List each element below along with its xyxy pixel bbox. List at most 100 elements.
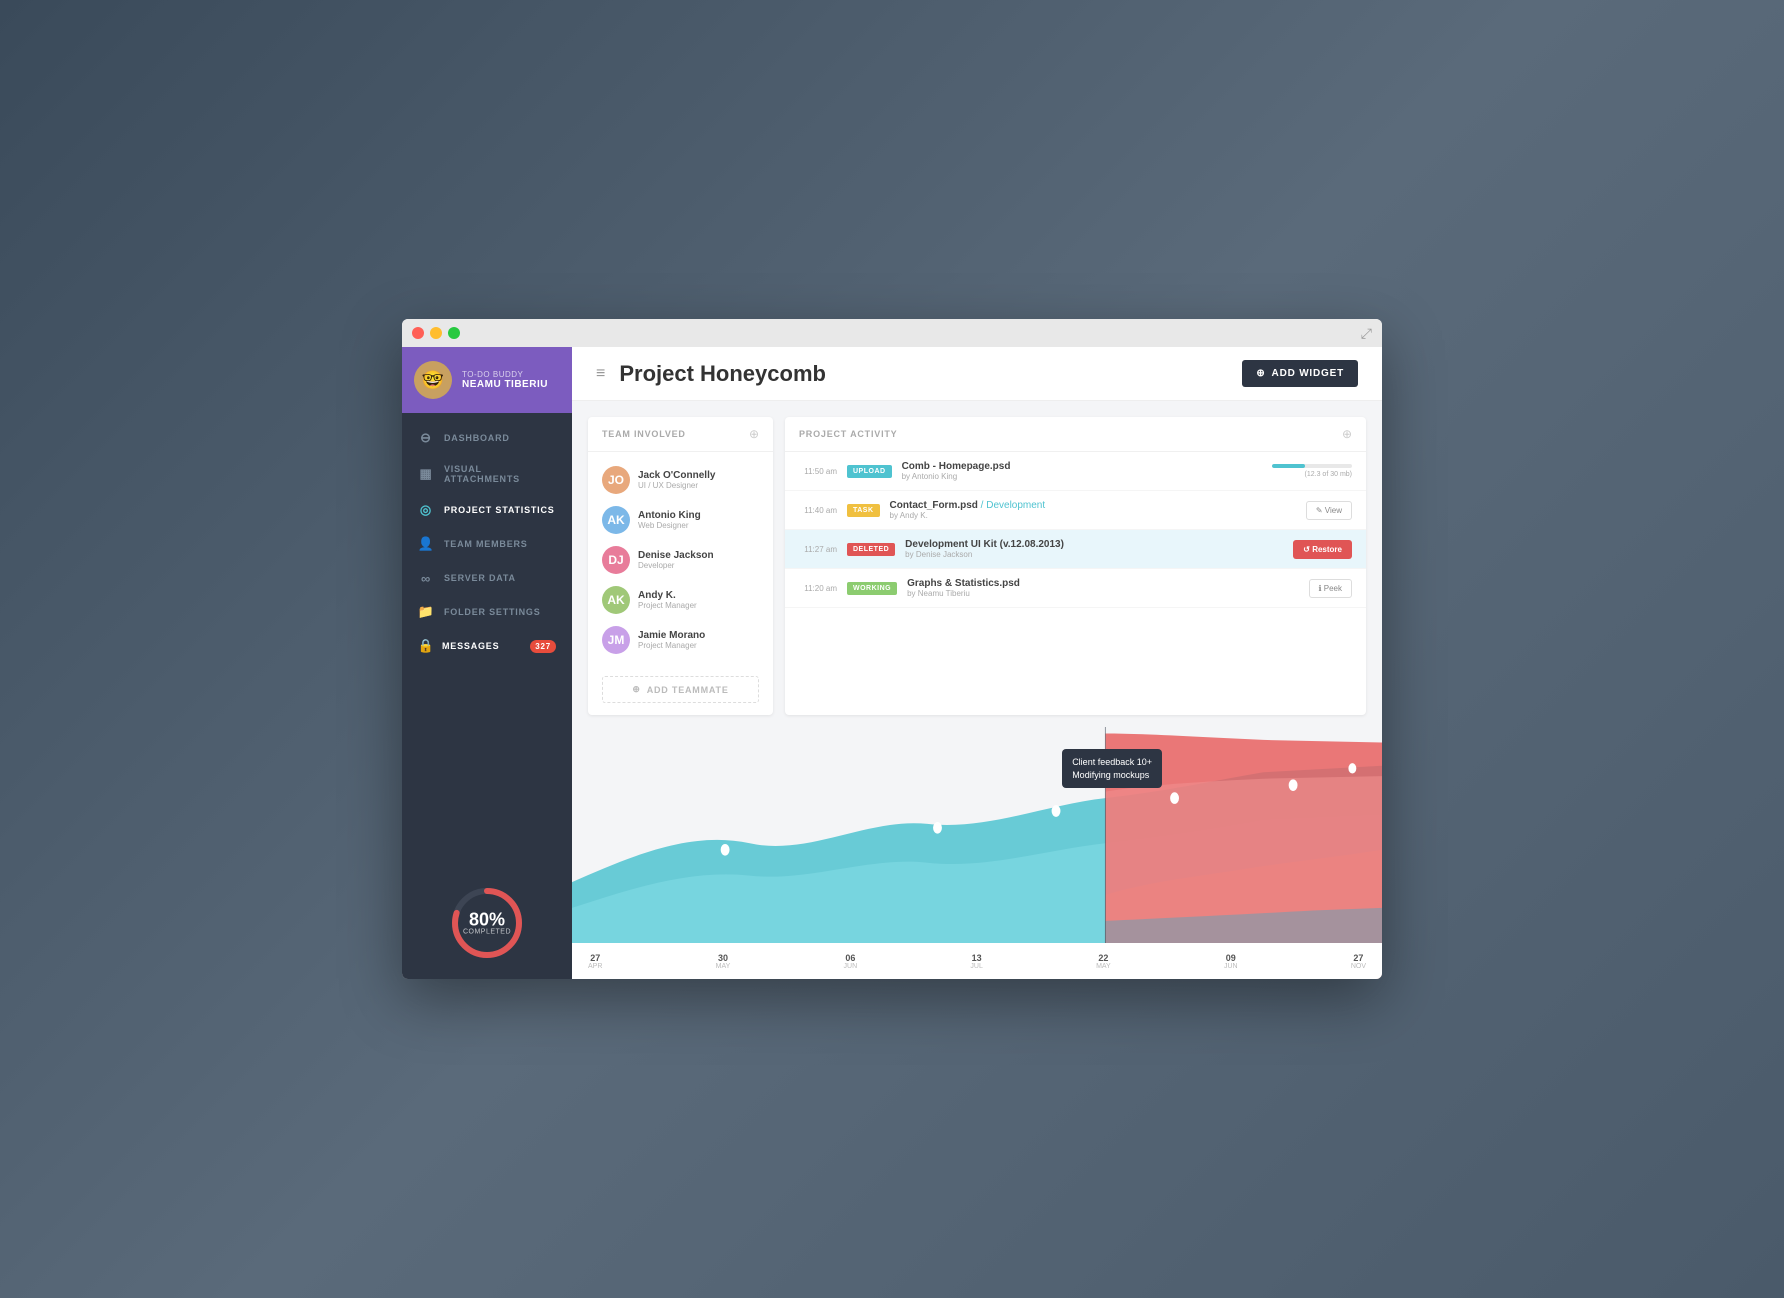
chart-area: Client feedback 10+Modifying mockups 27 … xyxy=(572,727,1382,979)
timeline-labels: 27 APR 30 MAY 06 JUN xyxy=(588,953,1366,970)
sidebar-item-label: SERVER DATA xyxy=(444,573,516,583)
list-item[interactable]: JO Jack O'Connelly UI / UX Designer xyxy=(588,460,773,500)
activity-by: by Neamu Tiberiu xyxy=(907,589,1298,598)
activity-time: 11:27 am xyxy=(799,545,837,554)
activity-by: by Antonio King xyxy=(902,472,1262,481)
team-panel-header: TEAM INVOLVED ⊕ xyxy=(588,417,773,452)
member-name: Jack O'Connelly xyxy=(638,470,715,481)
user-name-label: NEAMU TIBERIU xyxy=(462,379,548,390)
progress-label: COMPLETED xyxy=(463,929,511,936)
member-name: Andy K. xyxy=(638,590,697,601)
resize-icon[interactable]: ⤢ xyxy=(1361,325,1372,342)
member-role: Project Manager xyxy=(638,601,697,610)
activity-item: 11:20 am WORKING Graphs & Statistics.psd… xyxy=(785,569,1366,608)
sidebar-nav: ⊖ DASHBOARD ▦ VISUAL ATTACHMENTS ◎ PROJE… xyxy=(402,413,572,867)
add-widget-button[interactable]: ⊕ ADD WIDGET xyxy=(1242,360,1358,387)
sidebar-item-dashboard[interactable]: ⊖ DASHBOARD xyxy=(402,421,572,455)
timeline-label: 30 MAY xyxy=(716,953,731,970)
list-item[interactable]: AK Antonio King Web Designer xyxy=(588,500,773,540)
activity-panel-title: PROJECT ACTIVITY xyxy=(799,429,897,439)
add-teammate-button[interactable]: ⊕ ADD TEAMMATE xyxy=(602,676,759,703)
member-info: Jamie Morano Project Manager xyxy=(638,630,705,650)
panels-row: TEAM INVOLVED ⊕ JO Jack O'Connelly UI / … xyxy=(572,401,1382,715)
maximize-dot[interactable] xyxy=(448,327,460,339)
view-button[interactable]: ✎ View xyxy=(1306,501,1352,520)
activity-time: 11:40 am xyxy=(799,506,837,515)
timeline-axis: 27 APR 30 MAY 06 JUN xyxy=(572,943,1382,979)
activity-by: by Andy K. xyxy=(890,511,1296,520)
activity-filename: Development UI Kit (v.12.08.2013) xyxy=(905,539,1283,550)
activity-action: ↺ Restore xyxy=(1293,540,1352,559)
sidebar-item-server-data[interactable]: ∞ SERVER DATA xyxy=(402,561,572,595)
sidebar-item-visual-attachments[interactable]: ▦ VISUAL ATTACHMENTS xyxy=(402,455,572,493)
sidebar-item-label: VISUAL ATTACHMENTS xyxy=(444,464,556,484)
activity-badge: WORKING xyxy=(847,582,897,595)
app-body: 🤓 TO-DO BUDDY NEAMU TIBERIU ⊖ DASHBOARD … xyxy=(402,347,1382,979)
folder-settings-icon: 📁 xyxy=(418,604,434,620)
activity-content: Contact_Form.psd / Development by Andy K… xyxy=(890,500,1296,520)
list-item[interactable]: DJ Denise Jackson Developer xyxy=(588,540,773,580)
activity-badge: UPLOAD xyxy=(847,465,892,478)
sidebar-item-team-members[interactable]: 👤 TEAM MEMBERS xyxy=(402,527,572,561)
add-widget-icon: ⊕ xyxy=(1256,368,1265,379)
list-item[interactable]: JM Jamie Morano Project Manager xyxy=(588,620,773,660)
timeline-label: 06 JUN xyxy=(844,953,858,970)
progress-text: 80% COMPLETED xyxy=(463,911,511,936)
progress-ring: 80% COMPLETED xyxy=(447,883,527,963)
member-role: Web Designer xyxy=(638,521,701,530)
activity-item: 11:40 am TASK Contact_Form.psd / Develop… xyxy=(785,491,1366,530)
titlebar: ⤢ xyxy=(402,319,1382,347)
activity-by: by Denise Jackson xyxy=(905,550,1283,559)
restore-button[interactable]: ↺ Restore xyxy=(1293,540,1352,559)
activity-panel-header: PROJECT ACTIVITY ⊕ xyxy=(785,417,1366,452)
app-name-label: TO-DO BUDDY xyxy=(462,370,548,379)
app-window: ⤢ 🤓 TO-DO BUDDY NEAMU TIBERIU ⊖ DASHBOAR… xyxy=(402,319,1382,979)
chart-svg xyxy=(572,727,1382,979)
avatar: 🤓 xyxy=(414,361,452,399)
member-name: Antonio King xyxy=(638,510,701,521)
title-prefix: Project xyxy=(619,361,700,386)
project-statistics-icon: ◎ xyxy=(418,502,434,518)
menu-icon[interactable]: ≡ xyxy=(596,365,605,383)
server-data-icon: ∞ xyxy=(418,570,434,586)
team-panel-settings-icon[interactable]: ⊕ xyxy=(749,427,759,441)
activity-item: 11:50 am UPLOAD Comb - Homepage.psd by A… xyxy=(785,452,1366,491)
sidebar-item-folder-settings[interactable]: 📁 FOLDER SETTINGS xyxy=(402,595,572,629)
member-role: UI / UX Designer xyxy=(638,481,715,490)
sidebar: 🤓 TO-DO BUDDY NEAMU TIBERIU ⊖ DASHBOARD … xyxy=(402,347,572,979)
user-info: TO-DO BUDDY NEAMU TIBERIU xyxy=(462,370,548,390)
minimize-dot[interactable] xyxy=(430,327,442,339)
sidebar-bottom: 80% COMPLETED xyxy=(402,867,572,979)
sidebar-item-project-statistics[interactable]: ◎ PROJECT STATISTICS xyxy=(402,493,572,527)
member-info: Andy K. Project Manager xyxy=(638,590,697,610)
progress-percent: 80% xyxy=(463,911,511,929)
timeline-label: 27 APR xyxy=(588,953,602,970)
sidebar-item-label: DASHBOARD xyxy=(444,433,510,443)
activity-panel-settings-icon[interactable]: ⊕ xyxy=(1342,427,1352,441)
sidebar-user: 🤓 TO-DO BUDDY NEAMU TIBERIU xyxy=(402,347,572,413)
member-name: Denise Jackson xyxy=(638,550,714,561)
progress-size: (12.3 of 30 mb) xyxy=(1305,471,1352,478)
upload-progress: (12.3 of 30 mb) xyxy=(1272,464,1352,478)
activity-filename: Comb - Homepage.psd xyxy=(902,461,1262,472)
member-avatar: AK xyxy=(602,586,630,614)
timeline-label: 22 MAY xyxy=(1096,953,1111,970)
member-avatar: DJ xyxy=(602,546,630,574)
activity-content: Graphs & Statistics.psd by Neamu Tiberiu xyxy=(907,578,1298,598)
messages-icon: 🔒 xyxy=(418,638,434,654)
dev-tag: / Development xyxy=(981,500,1045,511)
page-title: Project Honeycomb xyxy=(619,361,1242,387)
activity-time: 11:20 am xyxy=(799,584,837,593)
team-members-icon: 👤 xyxy=(418,536,434,552)
list-item[interactable]: AK Andy K. Project Manager xyxy=(588,580,773,620)
sidebar-item-label: FOLDER SETTINGS xyxy=(444,607,541,617)
activity-action: ℹ Peek xyxy=(1309,579,1353,598)
main-content: ≡ Project Honeycomb ⊕ ADD WIDGET TEAM IN… xyxy=(572,347,1382,979)
close-dot[interactable] xyxy=(412,327,424,339)
sidebar-item-messages[interactable]: 🔒 MESSAGES 327 xyxy=(402,629,572,663)
activity-filename: Contact_Form.psd / Development xyxy=(890,500,1296,511)
timeline-label: 13 JUL xyxy=(970,953,982,970)
activity-content: Comb - Homepage.psd by Antonio King xyxy=(902,461,1262,481)
member-avatar: AK xyxy=(602,506,630,534)
peek-button[interactable]: ℹ Peek xyxy=(1309,579,1353,598)
